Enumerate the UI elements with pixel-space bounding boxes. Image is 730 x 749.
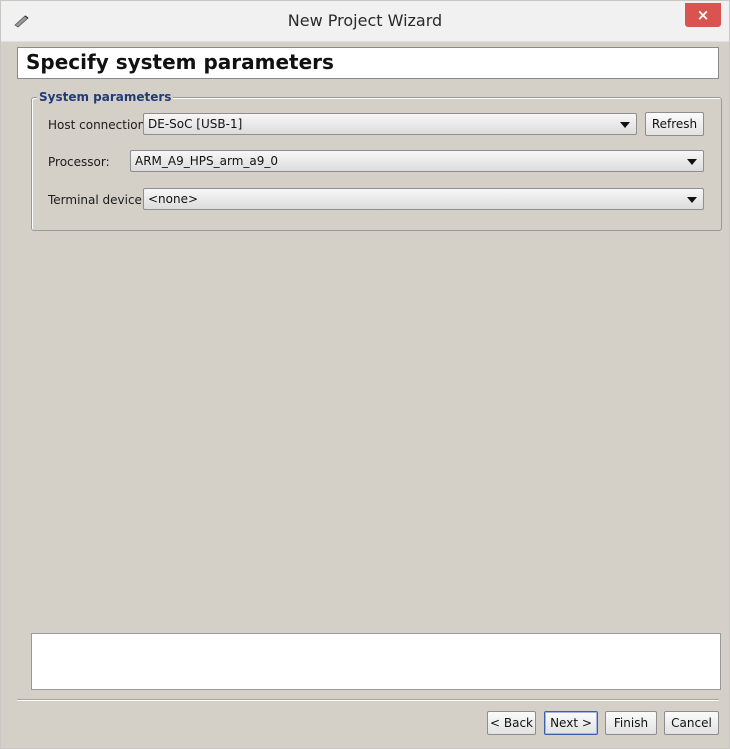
new-project-wizard-window: New Project Wizard × Specify system para…: [0, 0, 730, 749]
host-connection-value: DE-SoC [USB-1]: [148, 117, 243, 131]
page-header: Specify system parameters: [17, 47, 719, 79]
title-bar[interactable]: New Project Wizard ×: [1, 1, 729, 42]
chevron-down-icon: [687, 197, 697, 203]
page-title: Specify system parameters: [26, 50, 334, 74]
processor-select[interactable]: ARM_A9_HPS_arm_a9_0: [130, 150, 704, 172]
back-button[interactable]: < Back: [487, 711, 536, 735]
host-connection-label: Host connection:: [48, 118, 150, 132]
footer-separator: [17, 699, 719, 701]
terminal-device-label: Terminal device:: [48, 193, 146, 207]
chevron-down-icon: [620, 122, 630, 128]
refresh-button[interactable]: Refresh: [645, 112, 704, 136]
close-icon: ×: [696, 6, 710, 24]
terminal-device-select[interactable]: <none>: [143, 188, 704, 210]
processor-value: ARM_A9_HPS_arm_a9_0: [135, 154, 279, 168]
chevron-down-icon: [687, 159, 697, 165]
terminal-device-value: <none>: [148, 192, 199, 206]
cancel-button[interactable]: Cancel: [664, 711, 719, 735]
host-connection-select[interactable]: DE-SoC [USB-1]: [143, 113, 637, 135]
next-button[interactable]: Next >: [544, 711, 598, 735]
processor-label: Processor:: [48, 155, 110, 169]
window-title: New Project Wizard: [287, 11, 443, 30]
close-button[interactable]: ×: [685, 3, 721, 27]
message-area: [31, 633, 721, 690]
system-parameters-legend: System parameters: [37, 90, 174, 104]
finish-button[interactable]: Finish: [605, 711, 657, 735]
